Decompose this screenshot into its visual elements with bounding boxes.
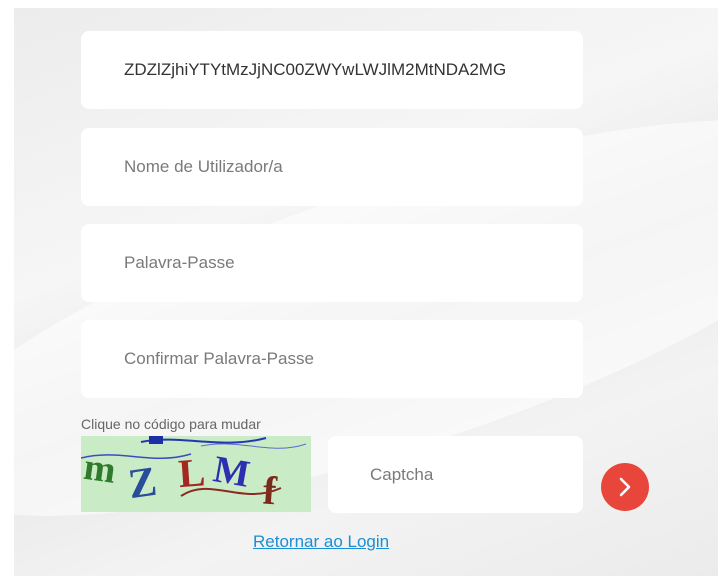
username-input[interactable] bbox=[124, 157, 540, 177]
token-field-wrapper bbox=[81, 31, 583, 109]
chevron-right-icon bbox=[619, 477, 631, 497]
password-field-wrapper bbox=[81, 224, 583, 302]
username-field-wrapper bbox=[81, 128, 583, 206]
captcha-image[interactable]: m Z L M f bbox=[81, 436, 311, 512]
captcha-char-1: m bbox=[81, 446, 118, 492]
captcha-field-wrapper bbox=[328, 436, 583, 513]
confirm-password-field-wrapper bbox=[81, 320, 583, 398]
token-input[interactable] bbox=[124, 60, 540, 80]
captcha-char-2: Z bbox=[126, 459, 160, 508]
submit-button[interactable] bbox=[601, 463, 649, 511]
confirm-password-input[interactable] bbox=[124, 349, 540, 369]
password-input[interactable] bbox=[124, 253, 540, 273]
captcha-hint: Clique no código para mudar bbox=[81, 416, 261, 432]
captcha-input[interactable] bbox=[370, 464, 541, 485]
return-to-login-link[interactable]: Retornar ao Login bbox=[253, 532, 389, 552]
